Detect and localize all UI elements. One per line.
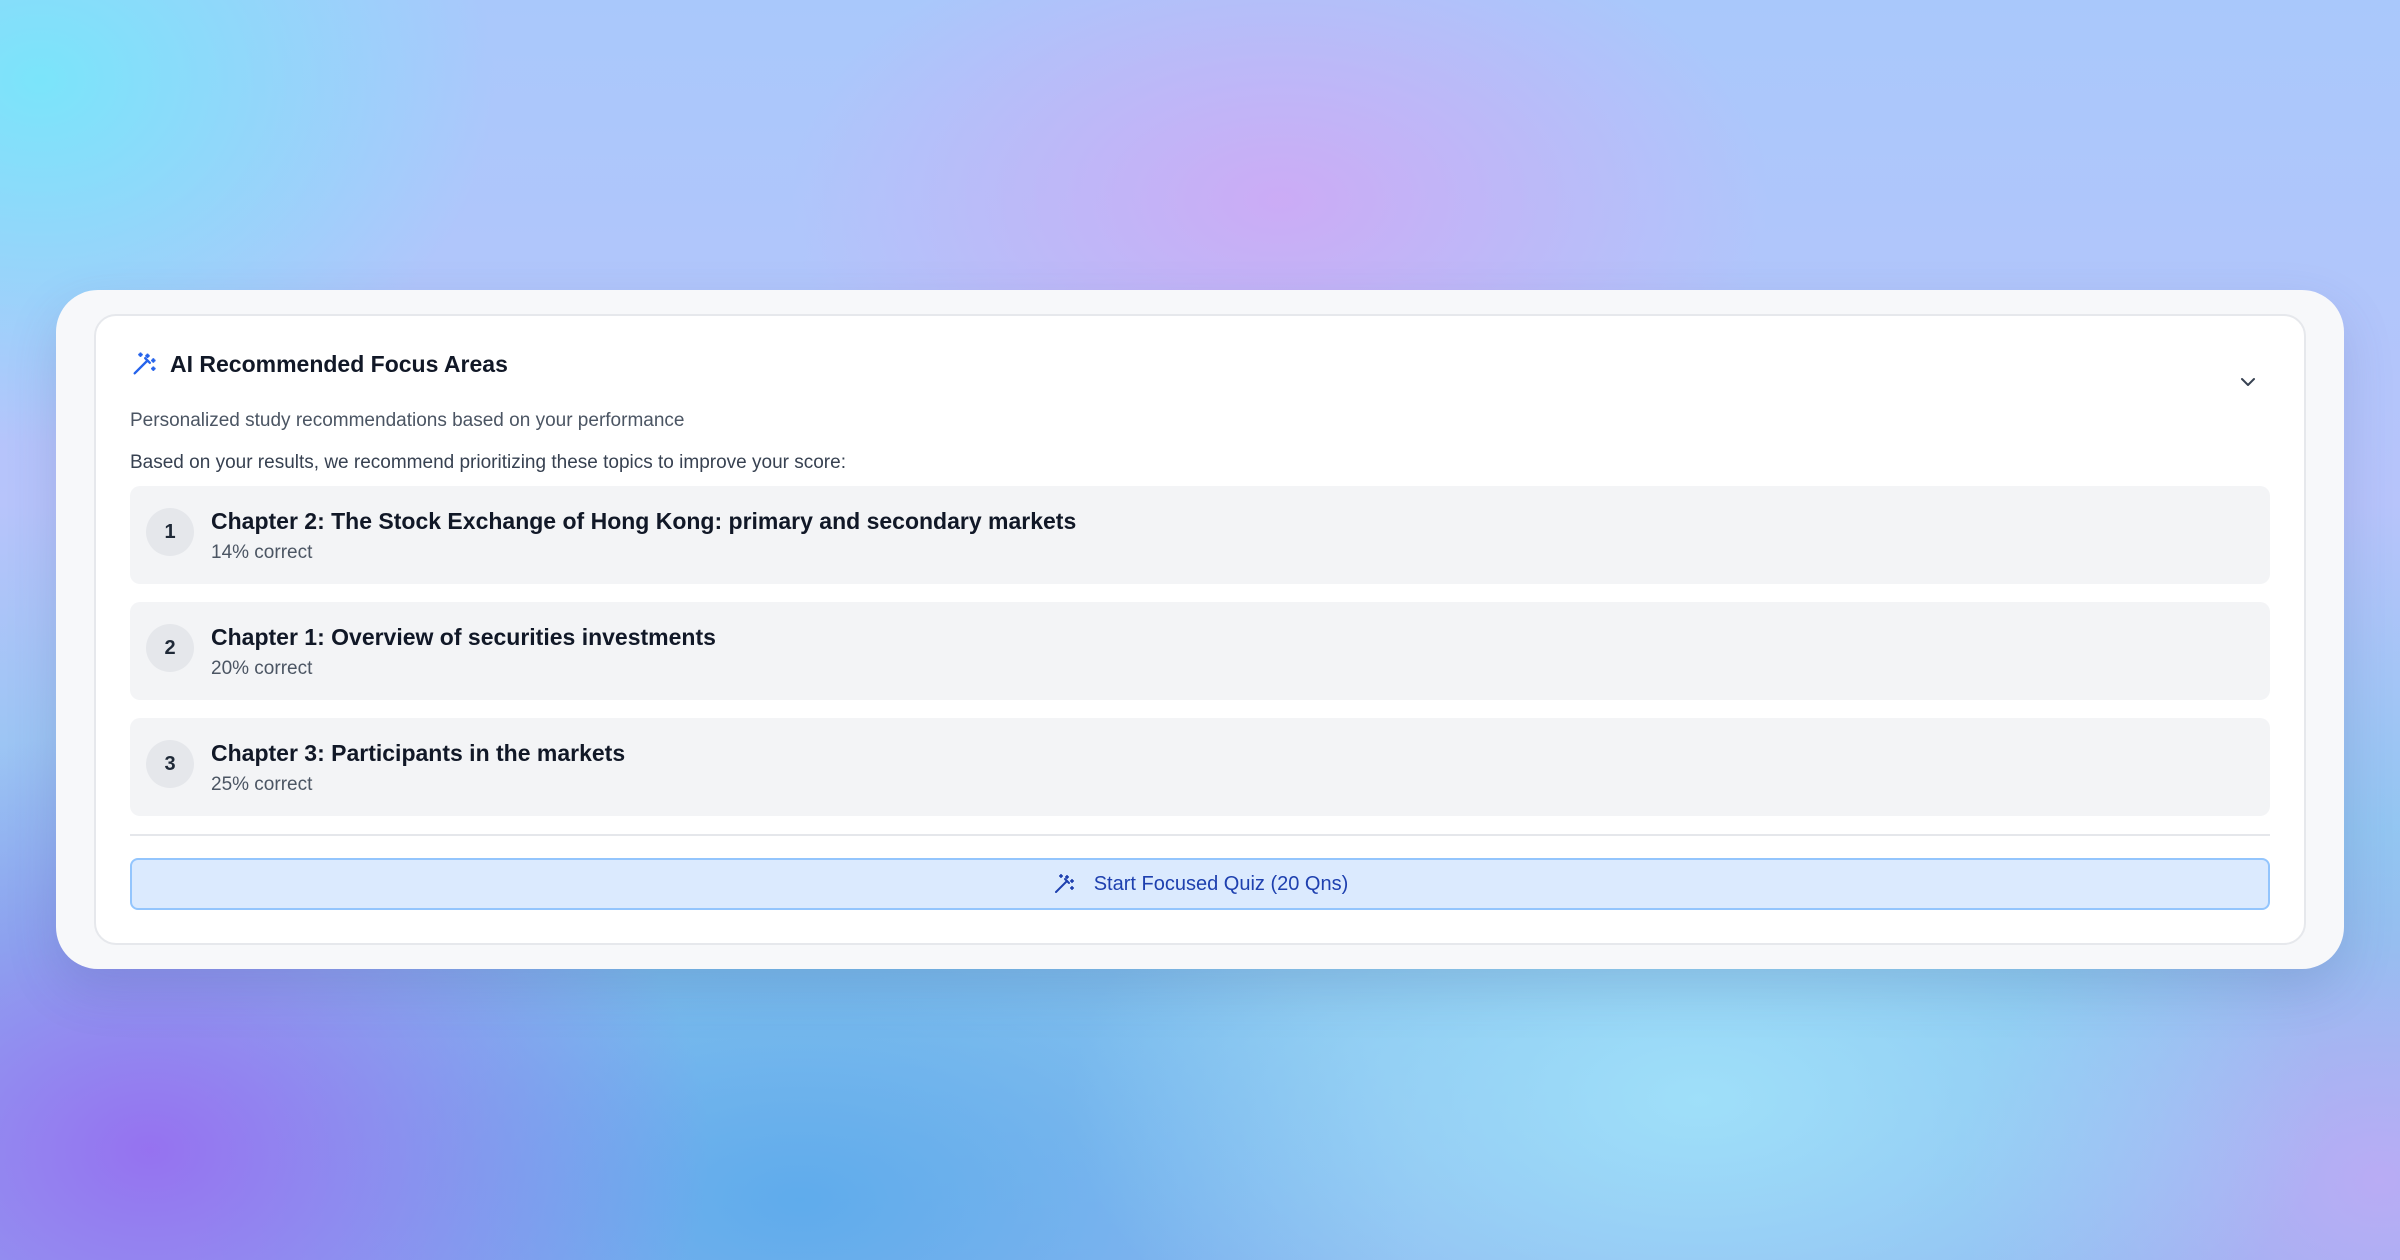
list-item[interactable]: 1 Chapter 2: The Stock Exchange of Hong … — [130, 486, 2270, 584]
card-header: AI Recommended Focus Areas — [130, 350, 508, 378]
topic-score: 25% correct — [211, 774, 313, 795]
start-quiz-label: Start Focused Quiz (20 Qns) — [1093, 872, 1349, 895]
rank-badge: 2 — [146, 624, 194, 672]
window-frame: AI Recommended Focus Areas Personalized … — [56, 290, 2344, 969]
list-item[interactable]: 3 Chapter 3: Participants in the markets… — [130, 718, 2270, 816]
focus-areas-card: AI Recommended Focus Areas Personalized … — [94, 314, 2306, 945]
topic-title: Chapter 3: Participants in the markets — [211, 740, 626, 766]
topic-title: Chapter 2: The Stock Exchange of Hong Ko… — [211, 508, 1077, 534]
magic-wand-icon — [1052, 872, 1076, 896]
recommendation-list: 1 Chapter 2: The Stock Exchange of Hong … — [130, 486, 2270, 834]
topic-score: 14% correct — [211, 542, 313, 563]
card-title: AI Recommended Focus Areas — [170, 350, 508, 377]
start-focused-quiz-button[interactable]: Start Focused Quiz (20 Qns) — [130, 858, 2270, 910]
magic-wand-icon — [130, 350, 158, 378]
topic-score: 20% correct — [211, 658, 313, 679]
card-subtitle: Personalized study recommendations based… — [130, 410, 685, 431]
divider — [130, 834, 2270, 836]
rank-badge: 1 — [146, 508, 194, 556]
recommendation-intro: Based on your results, we recommend prio… — [130, 452, 846, 473]
topic-title: Chapter 1: Overview of securities invest… — [211, 624, 716, 650]
rank-badge: 3 — [146, 740, 194, 788]
list-item[interactable]: 2 Chapter 1: Overview of securities inve… — [130, 602, 2270, 700]
chevron-down-icon[interactable] — [2236, 370, 2260, 394]
